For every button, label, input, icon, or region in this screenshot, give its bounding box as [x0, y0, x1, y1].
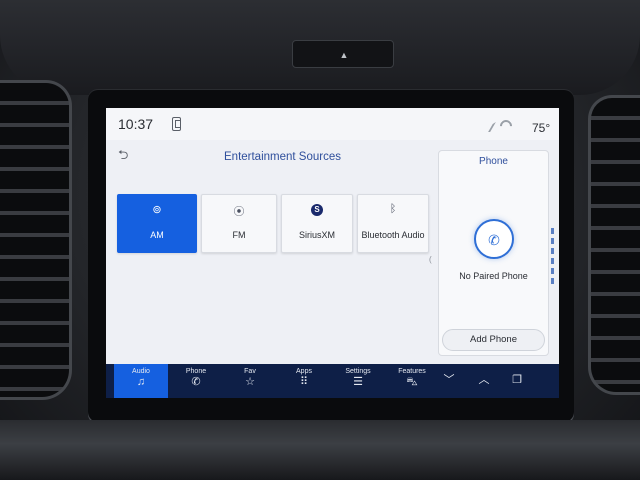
music-note-icon: ♫ [136, 376, 146, 388]
radio-waves-icon: ⦿ [233, 206, 245, 218]
more-sources-indicator: ( [429, 255, 432, 264]
nav-label: Features [398, 368, 426, 375]
phone-panel-title: Phone [479, 156, 508, 167]
sliders-icon: ☰ [353, 376, 363, 388]
bluetooth-icon: ᛒ [389, 203, 397, 215]
nav-label: Fav [244, 368, 256, 375]
clock: 10:37 [118, 116, 154, 132]
phone-icon [172, 117, 181, 131]
nav-features[interactable]: Features ⛍ [386, 364, 438, 398]
split-screen-icon: ❐ [512, 374, 522, 386]
source-label: SiriusXM [298, 230, 335, 240]
nav-expand-button[interactable]: ︿ [471, 364, 497, 398]
infotainment-screen: 10:37 75° ⮌ Entertainment Sources ⊚ AM ⦿… [106, 108, 559, 398]
wifi-icon [497, 117, 515, 135]
source-label: Bluetooth Audio [361, 230, 425, 240]
car-icon: ⛍ [406, 376, 418, 388]
phone-icon: ✆ [191, 376, 201, 388]
nav-apps[interactable]: Apps ⠿ [278, 364, 330, 398]
apps-grid-icon: ⠿ [299, 376, 309, 388]
dashboard-bottom-trim [0, 420, 640, 480]
nav-label: Settings [345, 368, 371, 375]
back-arrow-icon[interactable]: ⮌ [118, 146, 128, 168]
nav-phone[interactable]: Phone ✆ [170, 364, 222, 398]
phone-panel: Phone ✆ No Paired Phone Add Phone [438, 150, 549, 356]
bottom-nav-bar: Audio ♫ Phone ✆ Fav ☆ Apps ⠿ Settings ☰ … [106, 364, 559, 398]
add-phone-button[interactable]: Add Phone [442, 329, 545, 351]
phone-status-text: No Paired Phone [459, 271, 528, 281]
nav-label: Audio [132, 368, 150, 375]
phone-circle-button[interactable]: ✆ [474, 219, 514, 259]
star-icon: ☆ [245, 376, 255, 388]
nav-label: Phone [185, 368, 207, 375]
hazard-button-icon[interactable]: ▲ [338, 50, 350, 60]
nav-settings[interactable]: Settings ☰ [332, 364, 384, 398]
page-title: Entertainment Sources [224, 151, 341, 163]
nav-split-screen-button[interactable]: ❐ [504, 364, 530, 398]
scroll-indicator[interactable] [551, 228, 554, 288]
chevron-up-icon: ︿ [478, 374, 490, 386]
source-tile-bluetooth-audio[interactable]: ᛒ Bluetooth Audio [357, 194, 429, 253]
outside-temperature: 75° [532, 121, 551, 135]
antenna-icon: ⊚ [152, 204, 162, 216]
source-tile-fm[interactable]: ⦿ FM [201, 194, 277, 253]
nav-audio[interactable]: Audio ♫ [114, 364, 168, 398]
source-label: AM [150, 230, 164, 240]
source-label: FM [232, 230, 246, 240]
nav-collapse-button[interactable]: ﹀ [436, 364, 462, 398]
left-air-vent [0, 80, 72, 400]
chevron-down-icon: ﹀ [443, 374, 455, 386]
nav-fav[interactable]: Fav ☆ [224, 364, 276, 398]
right-air-vent [588, 95, 640, 395]
signal-icon [480, 122, 496, 132]
source-tile-am[interactable]: ⊚ AM [117, 194, 197, 253]
phone-icon: ✆ [488, 232, 500, 248]
status-bar: 10:37 75° [106, 108, 559, 140]
source-tile-siriusxm[interactable]: S SiriusXM [281, 194, 353, 253]
siriusxm-logo-icon: S [311, 204, 323, 216]
nav-label: Apps [296, 368, 312, 375]
